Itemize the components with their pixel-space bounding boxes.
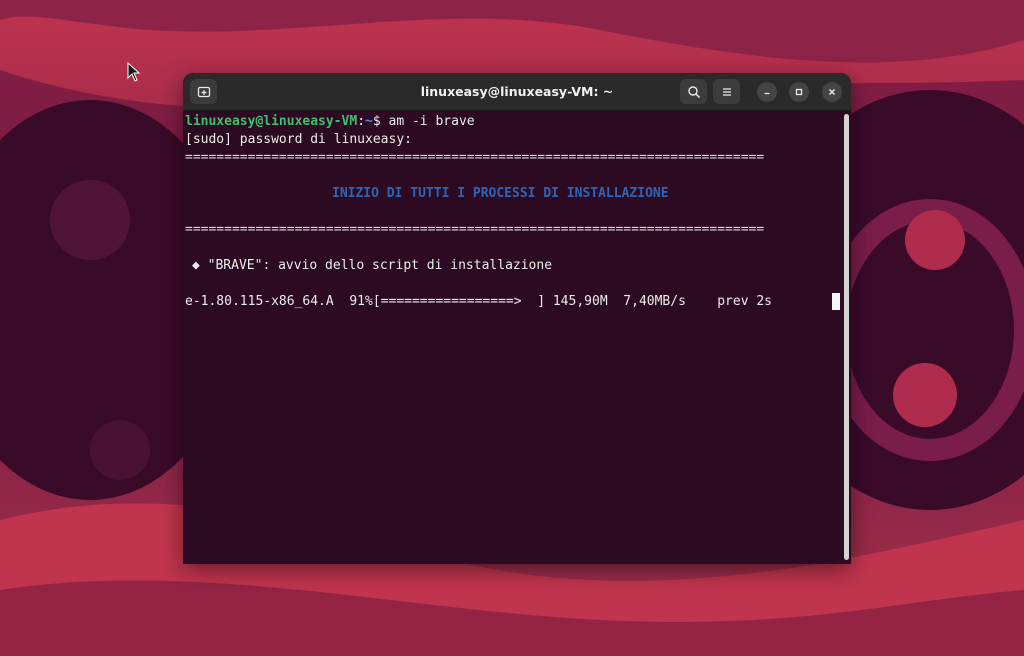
- close-button[interactable]: [822, 82, 842, 102]
- command-line: linuxeasy@linuxeasy-VM:~$ am -i brave: [185, 113, 475, 131]
- status-text: "BRAVE": avvio dello script di installaz…: [207, 258, 553, 273]
- sudo-prompt: [sudo] password di linuxeasy:: [185, 132, 412, 147]
- prompt-symbol: $: [372, 114, 389, 129]
- mouse-pointer-icon: [127, 62, 141, 82]
- terminal-scrollbar[interactable]: [844, 114, 849, 560]
- download-progress-line: e-1.80.115-x86_64.A 91%[================…: [185, 294, 772, 309]
- prompt-user: linuxeasy@linuxeasy-VM: [185, 114, 358, 129]
- maximize-icon: [795, 88, 803, 96]
- window-title: linuxeasy@linuxeasy-VM: ~: [420, 84, 614, 99]
- bullet-diamond-icon: ◆: [192, 258, 200, 273]
- install-heading: INIZIO DI TUTTI I PROCESSI DI INSTALLAZI…: [332, 186, 669, 201]
- search-button[interactable]: [680, 79, 707, 104]
- menu-button[interactable]: [713, 79, 740, 104]
- close-icon: [829, 89, 835, 95]
- status-line: ◆ "BRAVE": avvio dello script di install…: [192, 257, 552, 275]
- hamburger-menu-icon: [722, 87, 731, 96]
- separator-bottom: ========================================…: [185, 222, 765, 237]
- typed-command: am -i brave: [388, 114, 475, 129]
- minimize-button[interactable]: [757, 82, 777, 102]
- prompt-colon: :: [357, 114, 366, 129]
- terminal-cursor: [832, 293, 840, 310]
- terminal-output[interactable]: linuxeasy@linuxeasy-VM:~$ am -i brave [s…: [183, 111, 843, 564]
- window-titlebar[interactable]: linuxeasy@linuxeasy-VM: ~: [183, 73, 851, 111]
- new-tab-icon: [197, 86, 210, 97]
- prompt-dir: ~: [365, 114, 373, 129]
- search-icon: [687, 85, 700, 98]
- minimize-icon: [764, 92, 770, 95]
- terminal-window[interactable]: linuxeasy@linuxeasy-VM: ~ linuxeasy@linu…: [183, 73, 851, 564]
- maximize-button[interactable]: [789, 82, 809, 102]
- new-tab-button[interactable]: [190, 79, 217, 104]
- separator-top: ========================================…: [185, 150, 765, 165]
